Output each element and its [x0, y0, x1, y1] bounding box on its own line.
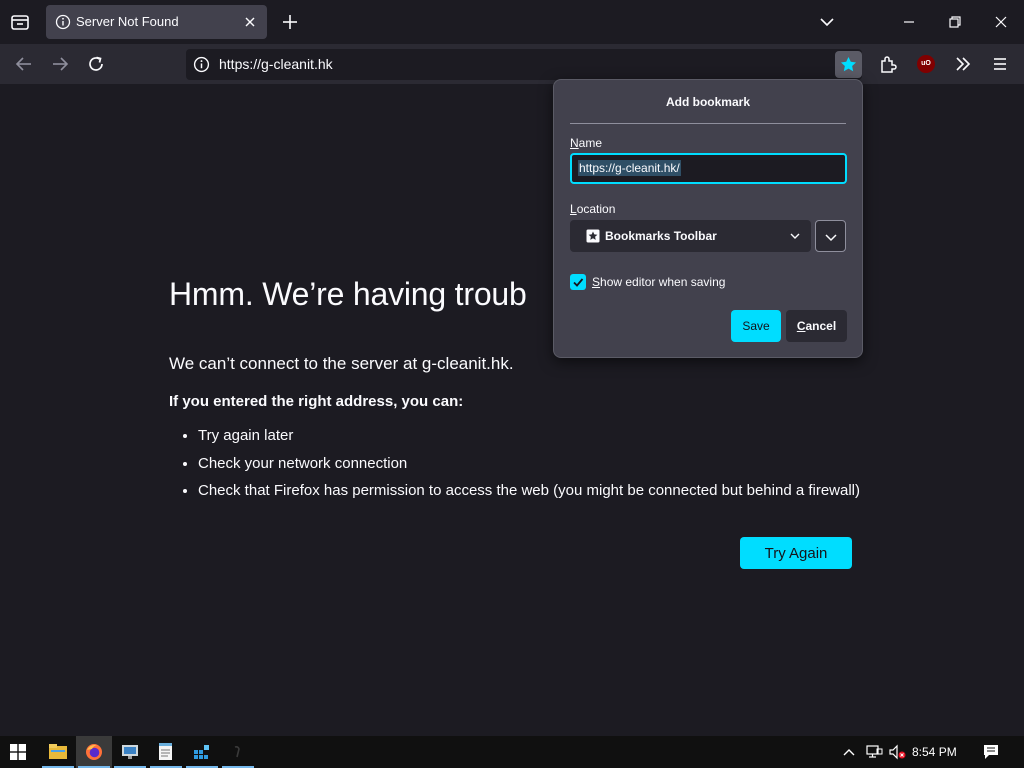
extensions-puzzle-icon[interactable]	[876, 52, 900, 76]
cancel-button[interactable]: Cancel	[786, 310, 847, 342]
new-tab-icon[interactable]	[279, 11, 301, 33]
notifications-icon[interactable]	[982, 744, 1000, 760]
network-icon[interactable]	[865, 744, 883, 760]
taskbar-file-explorer[interactable]	[40, 736, 76, 768]
taskbar-app[interactable]	[220, 736, 256, 768]
save-button[interactable]: Save	[731, 310, 781, 342]
taskbar-firefox[interactable]	[76, 736, 112, 768]
restore-icon[interactable]	[944, 11, 966, 33]
show-editor-checkbox[interactable]	[570, 274, 586, 290]
forward-arrow-icon[interactable]	[48, 52, 72, 76]
show-editor-label[interactable]: Show editor when saving	[592, 275, 725, 289]
suggestion-item: Try again later	[198, 426, 860, 454]
chevron-down-icon[interactable]	[816, 11, 838, 33]
minimize-icon[interactable]	[898, 11, 920, 33]
tab-strip: Server Not Found	[0, 0, 1024, 44]
name-label: Name	[570, 136, 603, 150]
checkmark-icon	[573, 278, 584, 287]
folder-tree-expand-button[interactable]	[815, 220, 846, 252]
suggestion-item: Check your network connection	[198, 454, 860, 482]
taskbar-clock[interactable]: 8:54 PM	[912, 745, 957, 759]
ublock-origin-icon[interactable]: uO	[917, 55, 935, 73]
taskbar-app-grid[interactable]	[184, 736, 220, 768]
start-icon	[10, 744, 26, 760]
add-bookmark-panel: Add bookmark Name https://g-cleanit.hk/ …	[553, 79, 863, 358]
start-button[interactable]	[0, 736, 36, 768]
panel-separator	[570, 123, 846, 124]
location-label: Location	[570, 202, 616, 216]
close-tab-icon[interactable]	[242, 14, 258, 30]
info-icon	[55, 14, 71, 30]
hamburger-menu-icon[interactable]	[988, 52, 1012, 76]
url-bar[interactable]: https://g-cleanit.hk	[186, 49, 862, 80]
windows-taskbar: 8:54 PM	[0, 736, 1024, 768]
panel-title: Add bookmark	[665, 95, 750, 109]
taskbar-network-monitor[interactable]	[112, 736, 148, 768]
chevron-down-icon	[825, 234, 837, 242]
tab-title: Server Not Found	[76, 14, 179, 29]
error-subtitle: If you entered the right address, you ca…	[169, 393, 464, 410]
location-value: Bookmarks Toolbar	[605, 229, 717, 243]
bookmarks-toolbar-icon	[586, 229, 600, 243]
volume-muted-icon[interactable]	[888, 744, 906, 760]
bookmark-star-button[interactable]	[835, 51, 862, 78]
star-icon	[840, 56, 857, 72]
network-monitor-icon	[122, 745, 138, 759]
close-window-icon[interactable]	[990, 11, 1012, 33]
bookmark-name-input[interactable]: https://g-cleanit.hk/	[570, 153, 847, 184]
back-arrow-icon[interactable]	[12, 52, 36, 76]
try-again-button[interactable]: Try Again	[740, 537, 852, 569]
chevron-down-icon	[790, 233, 800, 239]
file-explorer-icon	[49, 744, 67, 759]
tab-server-not-found[interactable]: Server Not Found	[46, 5, 267, 39]
bookmark-name-value[interactable]: https://g-cleanit.hk/	[578, 160, 681, 176]
taskbar-notepad[interactable]	[148, 736, 184, 768]
app-icon	[234, 745, 240, 758]
error-description: We can’t connect to the server at g-clea…	[169, 354, 514, 373]
site-info-icon[interactable]	[193, 56, 210, 73]
show-hidden-icons-icon[interactable]	[842, 746, 856, 758]
error-page: Hmm. We’re having troub We can’t connect…	[0, 84, 1024, 736]
notepad-icon	[159, 743, 172, 760]
overflow-menu-icon[interactable]	[951, 52, 975, 76]
app-grid-icon	[194, 745, 209, 759]
suggestion-item: Check that Firefox has permission to acc…	[198, 481, 860, 509]
navigation-toolbar: https://g-cleanit.hk	[0, 44, 1024, 84]
location-select[interactable]: Bookmarks Toolbar	[570, 220, 811, 252]
list-all-tabs-icon[interactable]	[8, 10, 32, 34]
reload-icon[interactable]	[84, 52, 108, 76]
error-title: Hmm. We’re having troub	[169, 276, 527, 312]
firefox-icon	[86, 744, 102, 760]
suggestion-list: Try again later Check your network conne…	[169, 426, 860, 509]
url-text[interactable]: https://g-cleanit.hk	[219, 56, 333, 72]
